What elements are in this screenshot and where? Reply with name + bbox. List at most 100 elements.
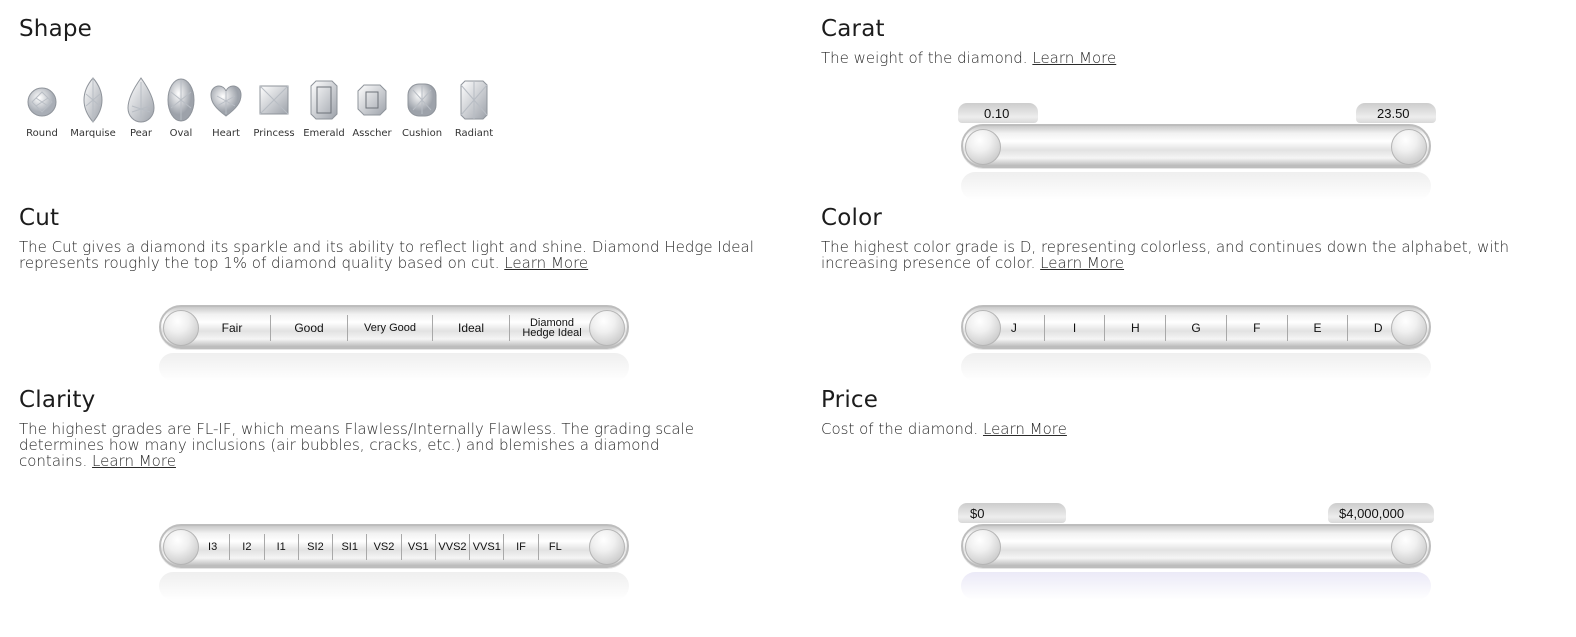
clarity-learn-more-link[interactable]: Learn More bbox=[92, 452, 176, 470]
price-slider-track[interactable] bbox=[961, 524, 1431, 568]
price-slider[interactable] bbox=[961, 524, 1431, 604]
clarity-grade-vvs2[interactable]: VVS2 bbox=[436, 534, 471, 560]
cut-slider-reflection bbox=[159, 353, 629, 381]
shape-option-emerald[interactable]: Emerald bbox=[298, 75, 350, 139]
price-description: Cost of the diamond. Learn More bbox=[821, 421, 1541, 437]
shape-option-pear[interactable]: Pear bbox=[122, 75, 160, 139]
shape-label: Oval bbox=[169, 128, 193, 139]
princess-diamond-icon bbox=[257, 75, 291, 125]
price-section: Price Cost of the diamond. Learn More bbox=[821, 387, 1541, 437]
clarity-slider-reflection bbox=[159, 572, 629, 600]
shape-option-oval[interactable]: Oval bbox=[160, 75, 202, 139]
cut-description-text: The Cut gives a diamond its sparkle and … bbox=[19, 238, 754, 272]
color-slider-track[interactable]: JIHGFED bbox=[961, 305, 1431, 349]
price-description-text: Cost of the diamond. bbox=[821, 420, 979, 438]
shape-option-cushion[interactable]: Cushion bbox=[394, 75, 450, 139]
color-slider[interactable]: JIHGFED bbox=[961, 305, 1431, 385]
color-grade-h[interactable]: H bbox=[1105, 315, 1167, 341]
clarity-min-handle[interactable] bbox=[163, 529, 199, 565]
color-grade-i[interactable]: I bbox=[1045, 315, 1106, 341]
color-description: The highest color grade is D, representi… bbox=[821, 239, 1541, 271]
emerald-diamond-icon bbox=[309, 75, 339, 125]
carat-section: Carat The weight of the diamond. Learn M… bbox=[821, 16, 1541, 66]
clarity-grade-i2[interactable]: I2 bbox=[230, 534, 265, 560]
price-slider-reflection bbox=[961, 572, 1431, 600]
shape-list: Round Marquise Pear Oval Heart Princess Emeral… bbox=[20, 75, 498, 139]
price-min-handle[interactable] bbox=[965, 529, 1001, 565]
cut-max-handle[interactable] bbox=[589, 310, 625, 346]
shape-option-marquise[interactable]: Marquise bbox=[64, 75, 122, 139]
clarity-slider[interactable]: I3 I2 I1 SI2 SI1 VS2 VS1 VVS2 VVS1 IF FL bbox=[159, 524, 629, 604]
shape-label: Princess bbox=[253, 128, 295, 139]
shape-label: Heart bbox=[212, 128, 240, 139]
shape-option-heart[interactable]: Heart bbox=[202, 75, 250, 139]
carat-learn-more-link[interactable]: Learn More bbox=[1032, 49, 1116, 67]
clarity-max-handle[interactable] bbox=[589, 529, 625, 565]
clarity-grade-i3[interactable]: I3 bbox=[196, 534, 231, 560]
shape-option-round[interactable]: Round bbox=[20, 75, 64, 139]
color-grade-f[interactable]: F bbox=[1227, 315, 1288, 341]
shape-label: Asscher bbox=[352, 128, 392, 139]
carat-max-handle[interactable] bbox=[1391, 129, 1427, 165]
cut-min-handle[interactable] bbox=[163, 310, 199, 346]
carat-slider[interactable] bbox=[961, 124, 1431, 204]
carat-max-label: 23.50 bbox=[1356, 103, 1436, 123]
clarity-grade-si1[interactable]: SI1 bbox=[333, 534, 368, 560]
cut-grade-ideal[interactable]: Ideal bbox=[433, 315, 510, 341]
price-min-label: $0 bbox=[958, 503, 1066, 523]
price-max-label: $4,000,000 bbox=[1328, 503, 1434, 523]
clarity-grade-vs2[interactable]: VS2 bbox=[367, 534, 402, 560]
clarity-grade-vs1[interactable]: VS1 bbox=[402, 534, 436, 560]
shape-option-asscher[interactable]: Asscher bbox=[350, 75, 394, 139]
clarity-section: Clarity The highest grades are FL-IF, wh… bbox=[19, 387, 719, 469]
color-grade-e[interactable]: E bbox=[1288, 315, 1349, 341]
carat-slider-track[interactable] bbox=[961, 124, 1431, 168]
carat-min-handle[interactable] bbox=[965, 129, 1001, 165]
cut-grade-good[interactable]: Good bbox=[271, 315, 348, 341]
carat-description-text: The weight of the diamond. bbox=[821, 49, 1028, 67]
shape-option-radiant[interactable]: Radiant bbox=[450, 75, 498, 139]
cushion-diamond-icon bbox=[405, 75, 439, 125]
shape-label: Pear bbox=[129, 128, 153, 139]
cut-learn-more-link[interactable]: Learn More bbox=[504, 254, 588, 272]
shape-title: Shape bbox=[19, 16, 93, 42]
clarity-grade-si2[interactable]: SI2 bbox=[299, 534, 334, 560]
cut-slider-track[interactable]: Fair Good Very Good Ideal Diamond Hedge Idea… bbox=[159, 305, 629, 349]
price-max-handle[interactable] bbox=[1391, 529, 1427, 565]
shape-option-princess[interactable]: Princess bbox=[250, 75, 298, 139]
clarity-slider-track[interactable]: I3 I2 I1 SI2 SI1 VS2 VS1 VVS2 VVS1 IF FL bbox=[159, 524, 629, 568]
carat-title: Carat bbox=[821, 16, 885, 42]
color-title: Color bbox=[821, 205, 883, 231]
color-max-handle[interactable] bbox=[1391, 310, 1427, 346]
round-diamond-icon bbox=[25, 75, 59, 125]
carat-slider-reflection bbox=[961, 172, 1431, 200]
clarity-grade-vvs1[interactable]: VVS1 bbox=[470, 534, 505, 560]
color-slider-reflection bbox=[961, 353, 1431, 381]
color-learn-more-link[interactable]: Learn More bbox=[1040, 254, 1124, 272]
cut-description: The Cut gives a diamond its sparkle and … bbox=[19, 239, 779, 271]
clarity-title: Clarity bbox=[19, 387, 96, 413]
shape-section: Shape bbox=[19, 16, 92, 42]
clarity-grade-fl[interactable]: FL bbox=[539, 534, 572, 560]
shape-label: Radiant bbox=[454, 128, 494, 139]
cut-section: Cut The Cut gives a diamond its sparkle … bbox=[19, 205, 779, 271]
cut-grade-diamond-hedge-ideal[interactable]: Diamond Hedge Ideal bbox=[510, 315, 594, 341]
color-section: Color The highest color grade is D, repr… bbox=[821, 205, 1541, 271]
oval-diamond-icon bbox=[166, 75, 196, 125]
color-grade-g[interactable]: G bbox=[1166, 315, 1227, 341]
shape-label: Emerald bbox=[303, 128, 345, 139]
cut-grade-very-good[interactable]: Very Good bbox=[348, 315, 433, 341]
radiant-diamond-icon bbox=[459, 75, 489, 125]
color-min-handle[interactable] bbox=[965, 310, 1001, 346]
clarity-grade-if[interactable]: IF bbox=[504, 534, 539, 560]
price-learn-more-link[interactable]: Learn More bbox=[983, 420, 1067, 438]
cut-slider[interactable]: Fair Good Very Good Ideal Diamond Hedge Idea… bbox=[159, 305, 629, 385]
clarity-grade-i1[interactable]: I1 bbox=[265, 534, 299, 560]
cut-grade-fair[interactable]: Fair bbox=[194, 315, 271, 341]
carat-min-label: 0.10 bbox=[958, 103, 1038, 123]
clarity-description: The highest grades are FL-IF, which mean… bbox=[19, 421, 719, 469]
shape-label: Round bbox=[26, 128, 58, 139]
heart-diamond-icon bbox=[209, 75, 243, 125]
price-title: Price bbox=[821, 387, 879, 413]
carat-description: The weight of the diamond. Learn More bbox=[821, 50, 1541, 66]
